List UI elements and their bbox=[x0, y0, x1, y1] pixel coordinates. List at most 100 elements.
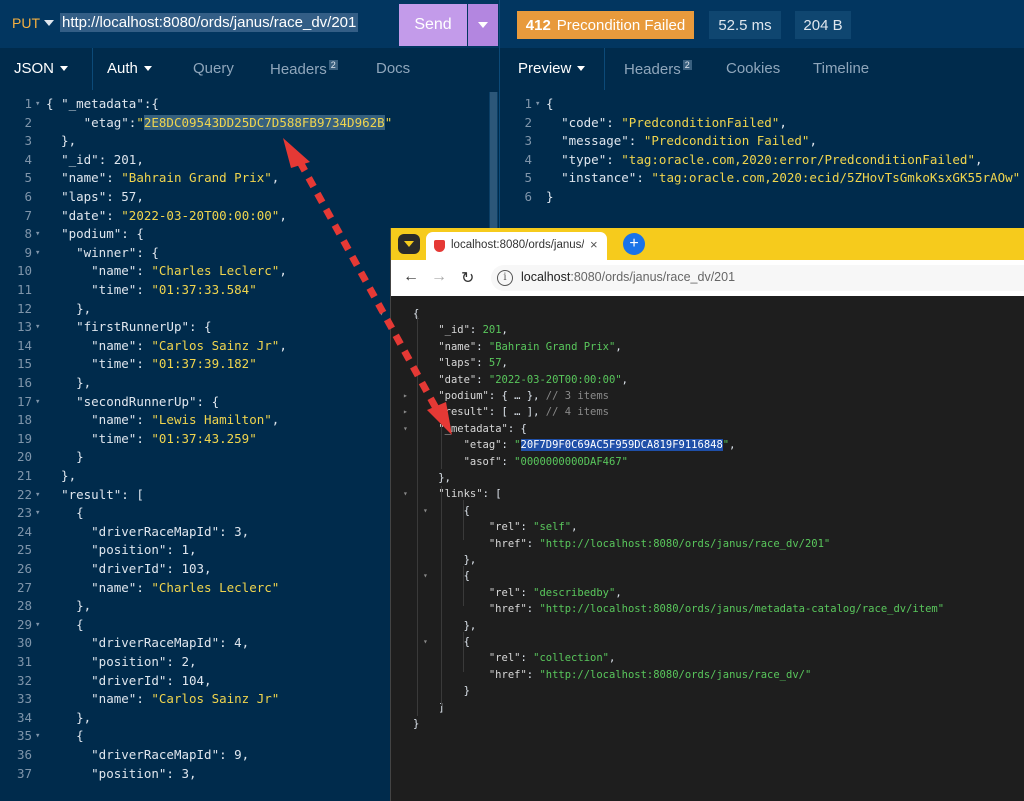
fold-toggle-icon[interactable]: ▾ bbox=[35, 225, 40, 244]
json-viewer-line: "rel": "collection", bbox=[488, 652, 616, 665]
new-tab-button[interactable]: + bbox=[623, 233, 645, 255]
line-number: 3 bbox=[524, 133, 532, 149]
tab-preview[interactable]: Preview bbox=[518, 60, 586, 77]
code-text: "position": 1, bbox=[91, 542, 197, 558]
fold-toggle-icon[interactable]: ▾ bbox=[35, 504, 40, 523]
browser-toolbar: ← → ↻ i localhost:8080/ords/janus/race_d… bbox=[391, 260, 1024, 296]
code-text: }, bbox=[46, 468, 77, 483]
tab-cookies[interactable]: Cookies bbox=[726, 60, 780, 77]
address-bar-url[interactable]: localhost:8080/ords/janus/race_dv/201 bbox=[521, 270, 735, 284]
code-text: "name": "Carlos Sainz Jr", bbox=[91, 337, 287, 353]
tab-auth[interactable]: Auth bbox=[107, 60, 152, 77]
fold-toggle-icon[interactable]: ▾ bbox=[35, 393, 40, 412]
tab-query[interactable]: Query bbox=[193, 60, 234, 77]
tab-divider bbox=[604, 48, 605, 90]
response-tabs: Preview Headers 2 Cookies Timeline bbox=[500, 48, 1024, 90]
fold-toggle-icon[interactable]: ▾ bbox=[35, 244, 40, 263]
line-number: 20 bbox=[16, 449, 32, 465]
tab-response-headers[interactable]: Headers 2 bbox=[624, 60, 692, 78]
close-icon[interactable]: × bbox=[590, 237, 598, 252]
fold-toggle-icon[interactable]: ▾ bbox=[423, 634, 428, 650]
browser-tab[interactable]: localhost:8080/ords/janus/race_dv/201 × bbox=[426, 232, 607, 260]
json-viewer-line: "href": "http://localhost:8080/ords/janu… bbox=[488, 537, 831, 550]
line-number: 11 bbox=[16, 282, 32, 297]
code-text: "firstRunnerUp": { bbox=[76, 319, 212, 335]
method-select[interactable]: PUT bbox=[12, 15, 40, 31]
code-text: }, bbox=[46, 709, 92, 725]
tab-label: Preview bbox=[518, 60, 572, 77]
fold-toggle-icon[interactable]: ▾ bbox=[35, 727, 40, 746]
forward-icon[interactable]: → bbox=[431, 268, 447, 286]
reload-icon[interactable]: ↻ bbox=[461, 268, 474, 288]
line-number: 4 bbox=[24, 151, 32, 167]
tab-headers[interactable]: Headers 2 bbox=[270, 60, 338, 78]
json-viewer-line: "rel": "self", bbox=[488, 521, 578, 534]
url-input[interactable]: http://localhost:8080/ords/janus/race_dv… bbox=[60, 13, 359, 32]
tab-docs[interactable]: Docs bbox=[376, 60, 410, 77]
send-button[interactable]: Send bbox=[399, 4, 467, 46]
tab-timeline[interactable]: Timeline bbox=[813, 60, 869, 77]
indent-guide bbox=[441, 414, 442, 469]
response-body-line: 5 "instance": "tag:oracle.com,2020:ecid/… bbox=[500, 169, 1024, 188]
code-text: { bbox=[46, 505, 84, 521]
code-text: "position": 3, bbox=[91, 765, 197, 781]
line-number: 31 bbox=[16, 654, 32, 669]
line-number: 15 bbox=[16, 356, 32, 372]
indent-guide bbox=[417, 316, 418, 716]
fold-toggle-icon[interactable]: ▾ bbox=[379, 306, 384, 322]
json-viewer-line: "rel": "describedby", bbox=[488, 586, 622, 599]
info-icon[interactable]: i bbox=[497, 270, 513, 286]
code-text: "name": "Lewis Hamilton", bbox=[91, 412, 280, 428]
line-number: 30 bbox=[16, 635, 32, 651]
line-number: 26 bbox=[16, 561, 32, 576]
code-text: "driverRaceMapId": 9, bbox=[91, 747, 250, 762]
line-number: 10 bbox=[16, 263, 32, 279]
json-viewer[interactable]: {▾ "_id": 201, "name": "Bahrain Grand Pr… bbox=[379, 296, 1024, 801]
line-number: 29 bbox=[16, 616, 32, 632]
line-number: 28 bbox=[16, 598, 32, 614]
chevron-down-icon bbox=[60, 66, 69, 71]
fold-toggle-icon[interactable]: ▾ bbox=[35, 616, 40, 635]
fold-toggle-icon[interactable]: ▾ bbox=[403, 486, 408, 502]
fold-toggle-icon[interactable]: ▾ bbox=[35, 95, 40, 114]
fold-toggle-icon[interactable]: ▾ bbox=[535, 95, 540, 114]
request-body-line: 7 "date": "2022-03-20T00:00:00", bbox=[0, 207, 490, 226]
code-text: "laps": 57, bbox=[61, 189, 144, 204]
address-bar[interactable]: i localhost:8080/ords/janus/race_dv/201 bbox=[491, 265, 1024, 291]
tab-divider bbox=[92, 48, 93, 90]
fold-toggle-icon[interactable]: ▾ bbox=[35, 318, 40, 337]
code-text: }, bbox=[46, 300, 92, 316]
indent-guide bbox=[463, 566, 464, 606]
chevron-down-icon[interactable] bbox=[44, 20, 54, 26]
fold-toggle-icon[interactable]: ▸ bbox=[403, 388, 408, 404]
response-body-line: 4 "type": "tag:oracle.com,2020:error/Pre… bbox=[500, 151, 1024, 170]
tab-json[interactable]: JSON bbox=[14, 60, 69, 77]
line-number: 23 bbox=[16, 505, 32, 521]
code-text: "name": "Carlos Sainz Jr" bbox=[91, 691, 280, 707]
line-number: 12 bbox=[16, 300, 32, 316]
browser-window: localhost:8080/ords/janus/race_dv/201 × … bbox=[379, 228, 1024, 801]
json-viewer-line: "_id": 201, bbox=[438, 324, 508, 337]
response-body-line: 3 "message": "Predcondition Failed", bbox=[500, 132, 1024, 151]
code-text: "driverId": 104, bbox=[91, 672, 212, 688]
code-text: "time": "01:37:39.182" bbox=[91, 356, 257, 372]
fold-toggle-icon[interactable]: ▸ bbox=[403, 404, 408, 420]
request-tabs: JSON Auth Query Headers 2 Docs bbox=[0, 48, 499, 90]
json-viewer-line: }, bbox=[413, 619, 477, 632]
fold-toggle-icon[interactable]: ▾ bbox=[423, 503, 428, 519]
request-body-line: 1 ▾ { "_metadata":{ bbox=[0, 95, 490, 114]
shield-icon bbox=[434, 240, 445, 252]
tab-search-button[interactable] bbox=[398, 234, 420, 254]
fold-toggle-icon[interactable]: ▾ bbox=[403, 421, 408, 437]
response-body-preview[interactable]: 1 ▾{2 "code": "PredconditionFailed", 3 "me… bbox=[500, 93, 1024, 223]
fold-toggle-icon[interactable]: ▾ bbox=[423, 568, 428, 584]
code-text: "code": "PredconditionFailed", bbox=[561, 114, 787, 130]
fold-toggle-icon[interactable]: ▾ bbox=[35, 486, 40, 505]
status-badge: 412 Precondition Failed bbox=[517, 11, 694, 39]
code-text: { "_metadata":{ bbox=[46, 96, 159, 111]
send-options-button[interactable] bbox=[468, 4, 498, 46]
line-number: 6 bbox=[24, 189, 32, 204]
code-text: { bbox=[546, 96, 554, 111]
line-number: 5 bbox=[24, 170, 32, 186]
back-icon[interactable]: ← bbox=[403, 268, 419, 286]
